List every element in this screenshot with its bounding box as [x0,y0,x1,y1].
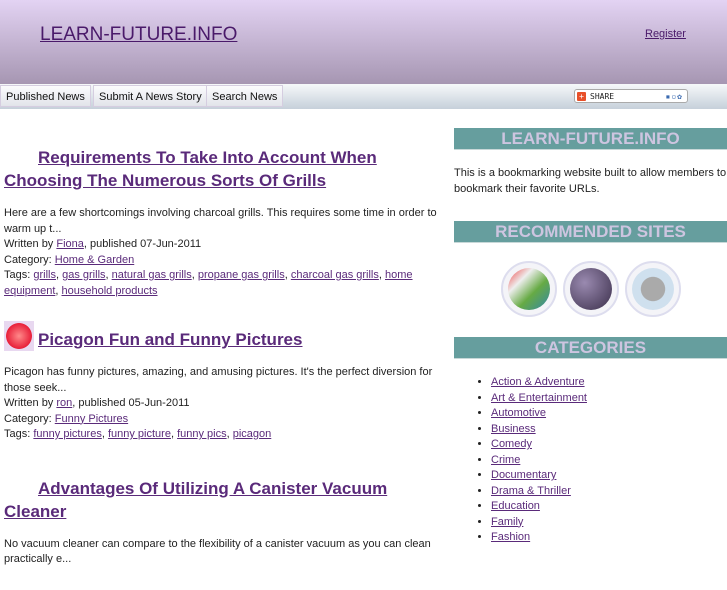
tags: Tags: grills, gas grills, natural gas gr… [4,269,413,297]
category-item[interactable]: Business [491,423,536,435]
article-title[interactable]: Requirements To Take Into Account When C… [4,148,377,190]
tag-link[interactable]: funny picture [108,428,171,440]
category-item[interactable]: Drama & Thriller [491,485,571,497]
category-item[interactable]: Art & Entertainment [491,392,587,404]
site-header: LEARN-FUTURE.INFO Register [0,0,727,84]
recommended-site-tv-icon[interactable] [624,261,681,317]
category-link[interactable]: Funny Pictures [55,413,128,425]
article: Requirements To Take Into Account When C… [4,146,450,299]
tag-link[interactable]: charcoal gas grills [291,269,379,281]
category-item[interactable]: Fashion [491,531,530,543]
plus-icon: + [577,91,586,101]
article: Picagon Fun and Funny Pictures Picagon h… [4,321,450,443]
share-button[interactable]: + SHARE ▪▫✿ [574,89,688,103]
article-title[interactable]: Picagon Fun and Funny Pictures [38,328,302,351]
recommended-heading: RECOMMENDED SITES [454,221,727,243]
nav-submit-news[interactable]: Submit A News Story [93,85,208,107]
about-heading: LEARN-FUTURE.INFO [454,128,727,150]
category-item[interactable]: Education [491,500,540,512]
recommended-site-cards-icon[interactable] [500,261,557,317]
author-link[interactable]: ron [56,397,72,409]
share-label: SHARE [590,91,615,101]
grapefruit-thumbnail-icon [4,321,34,351]
tag-link[interactable]: gas grills [62,269,105,281]
category-item[interactable]: Action & Adventure [491,376,585,388]
category-item[interactable]: Family [491,516,523,528]
recommended-site-sphere-icon[interactable] [562,261,619,317]
written-by-label: Written by [4,397,57,409]
tag-link[interactable]: funny pics [177,428,227,440]
category-list: Action & Adventure Art & Entertainment A… [491,375,727,546]
category-item[interactable]: Comedy [491,438,532,450]
social-icons: ▪▫✿ [665,91,683,101]
article-excerpt: No vacuum cleaner can compare to the fle… [4,537,431,566]
sidebar: LEARN-FUTURE.INFO This is a bookmarking … [454,128,727,546]
written-by-label: Written by [4,238,57,250]
category-label: Category: [4,412,55,425]
tag-link[interactable]: natural gas grills [112,269,192,281]
category-item[interactable]: Documentary [491,469,556,481]
site-logo-link[interactable]: LEARN-FUTURE.INFO [40,24,237,46]
tag-link[interactable]: funny pictures [33,428,101,440]
tag-link[interactable]: grills [33,269,56,281]
tags: Tags: funny pictures, funny picture, fun… [4,428,272,440]
tags-label: Tags: [4,269,34,281]
tags-label: Tags: [4,428,34,440]
nav-published-news[interactable]: Published News [0,85,91,107]
category-item[interactable]: Crime [491,454,520,466]
categories-heading: CATEGORIES [454,337,727,359]
category-link[interactable]: Home & Garden [55,254,134,266]
main-content: Requirements To Take Into Account When C… [4,146,450,590]
published-date: , published 07-Jun-2011 [83,238,202,250]
tag-link[interactable]: household products [62,285,158,297]
tag-link[interactable]: propane gas grills [198,269,285,281]
category-item[interactable]: Automotive [491,407,546,419]
category-label: Category: [4,253,55,266]
article-excerpt: Here are a few shortcomings involving ch… [4,207,437,235]
article-title[interactable]: Advantages Of Utilizing A Canister Vacuu… [4,479,387,521]
nav-search-news[interactable]: Search News [206,85,284,107]
tag-link[interactable]: picagon [233,428,272,440]
author-link[interactable]: Fiona [56,238,84,250]
article-excerpt: Picagon has funny pictures, amazing, and… [4,366,433,394]
published-date: , published 05-Jun-2011 [72,397,190,409]
about-text: This is a bookmarking website built to a… [454,167,727,195]
register-link[interactable]: Register [645,28,686,40]
article: Advantages Of Utilizing A Canister Vacuu… [4,477,450,568]
